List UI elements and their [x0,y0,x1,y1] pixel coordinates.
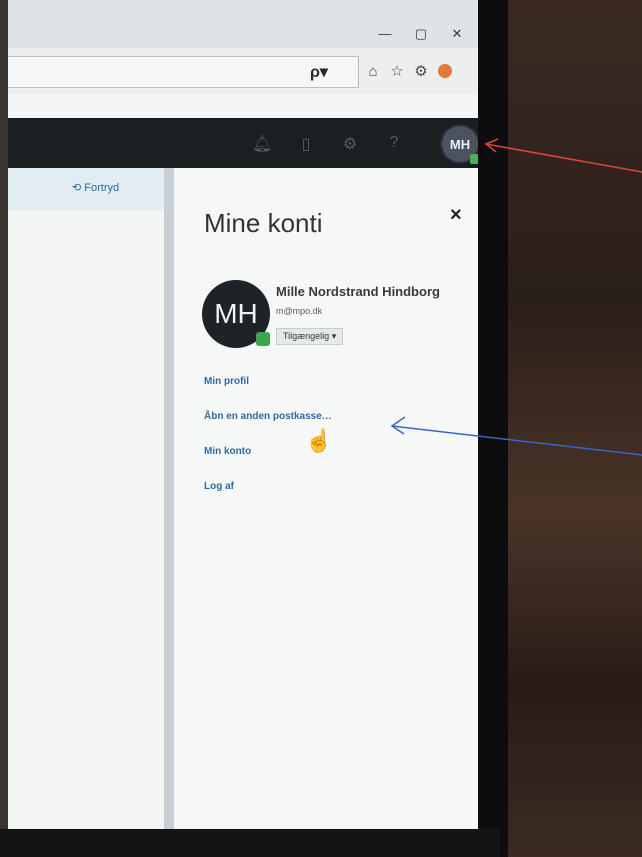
annotation-arrows [390,138,642,456]
red-annotation-arrow [484,138,642,173]
blue-annotation-arrow [390,416,642,456]
